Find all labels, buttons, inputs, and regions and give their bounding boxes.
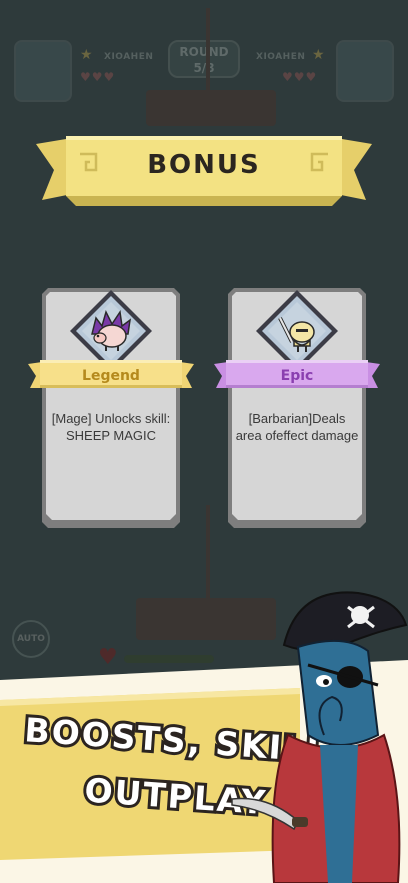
left-player-name: XIOAHEN <box>104 52 154 62</box>
bonus-card-legend[interactable]: Legend [Mage] Unlocks skill: SHEEP MAGIC <box>28 288 194 528</box>
enemy-ship-icon <box>146 90 276 126</box>
legend-rarity-label: Legend <box>82 368 140 384</box>
right-trophy-icon: ★ <box>312 47 325 63</box>
bonus-card-epic[interactable]: Epic [Barbarian]Deals area ofeffect dama… <box>214 288 380 528</box>
right-hearts-icon: ♥♥♥ <box>282 70 318 84</box>
right-player-avatar <box>336 40 394 102</box>
legend-card-description: [Mage] Unlocks skill: SHEEP MAGIC <box>51 411 171 443</box>
auto-button[interactable]: AUTO <box>12 620 50 658</box>
right-player-name: XIOAHEN <box>256 52 306 62</box>
round-value: 5/8 <box>193 61 215 75</box>
round-indicator: ROUND 5/8 <box>168 40 240 78</box>
pirate-mascot-icon <box>231 591 408 883</box>
round-label: ROUND <box>179 45 229 59</box>
left-trophy-icon: ★ <box>80 47 93 63</box>
epic-rarity-label: Epic <box>280 368 314 384</box>
bonus-ribbon: BONUS <box>36 130 372 218</box>
left-hearts-icon: ♥♥♥ <box>80 70 116 84</box>
epic-card-description: [Barbarian]Deals area ofeffect damage <box>235 411 359 443</box>
bonus-title: BONUS <box>147 150 261 180</box>
left-player-avatar <box>14 40 72 102</box>
